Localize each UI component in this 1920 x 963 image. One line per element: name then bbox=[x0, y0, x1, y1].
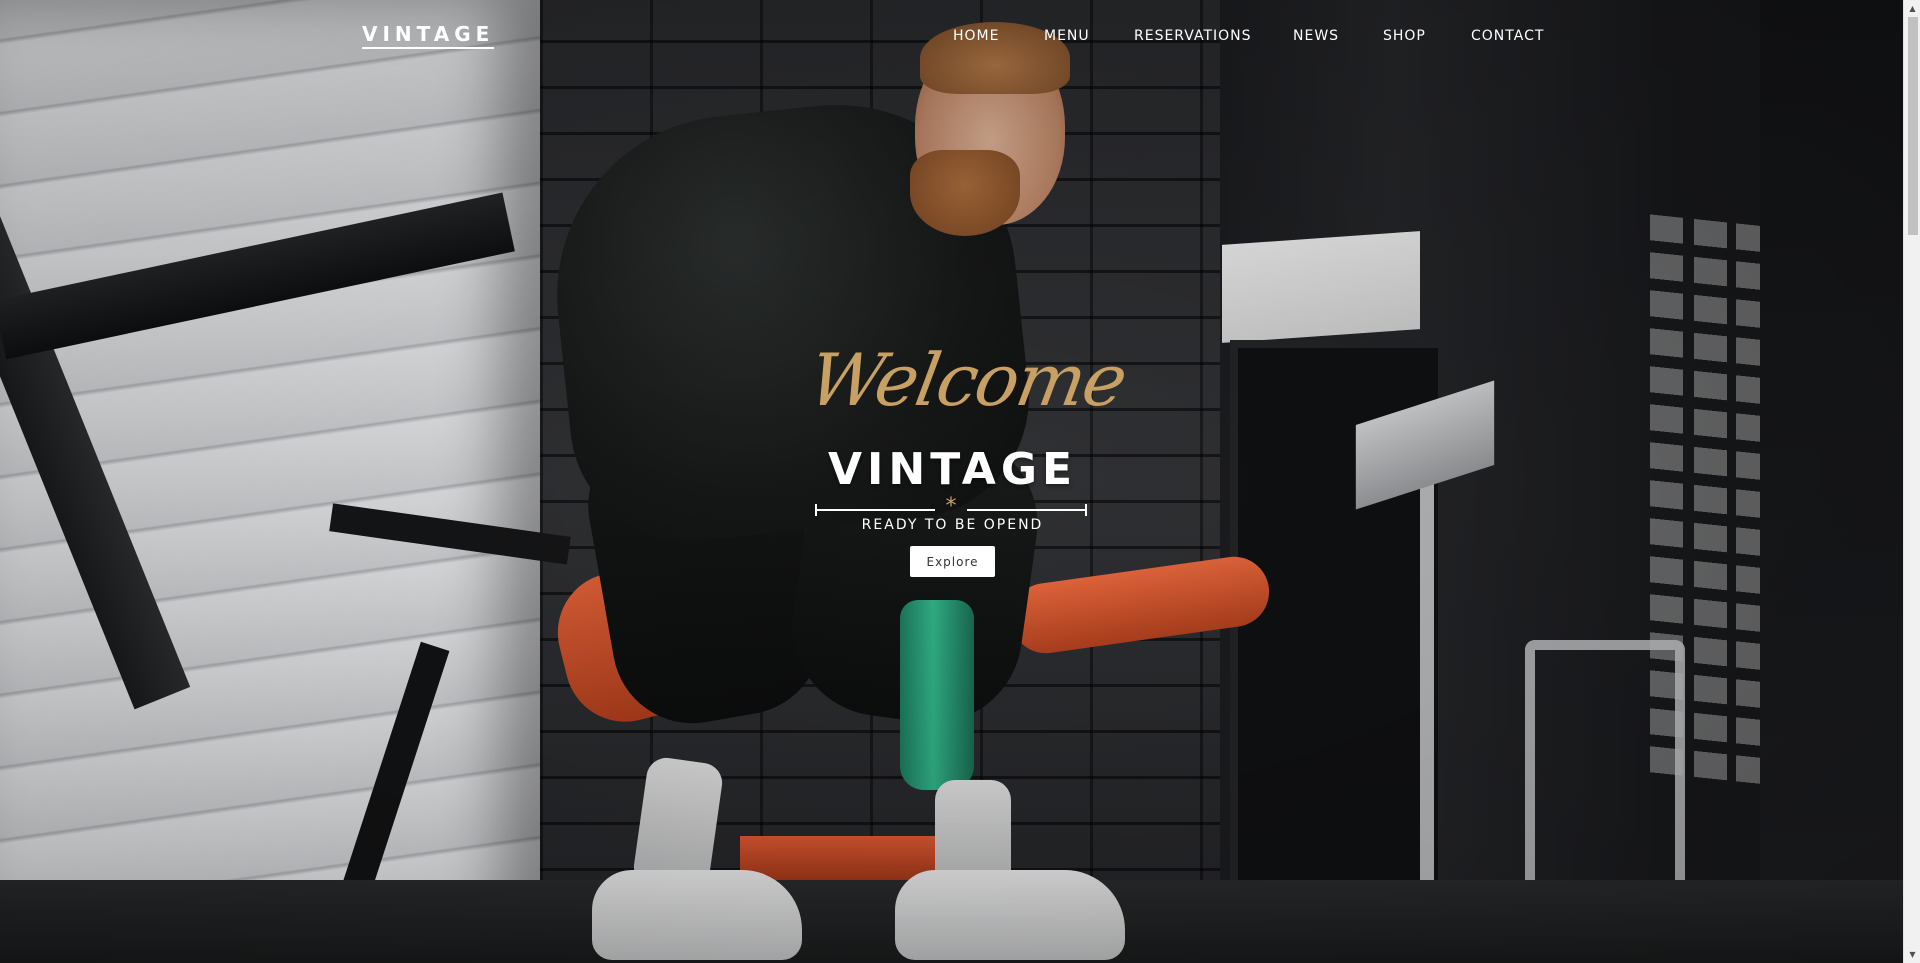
divider-cap-right bbox=[1085, 504, 1087, 516]
explore-button[interactable]: Explore bbox=[910, 546, 995, 577]
nav-item-home[interactable]: HOME bbox=[953, 27, 999, 45]
hero-script-heading: Welcome bbox=[802, 338, 1132, 422]
star-icon: * bbox=[945, 494, 957, 519]
hero-tagline: READY TO BE OPEND bbox=[861, 517, 1044, 533]
nav-item-news[interactable]: NEWS bbox=[1293, 27, 1339, 45]
divider-line-right bbox=[967, 509, 1087, 511]
nav-item-contact[interactable]: CONTACT bbox=[1471, 27, 1544, 45]
main-nav: HOME MENU RESERVATIONS NEWS SHOP CONTACT bbox=[0, 27, 1903, 47]
hero-content: Welcome VINTAGE * READY TO BE OPEND Expl… bbox=[803, 330, 1132, 580]
nav-item-shop[interactable]: SHOP bbox=[1383, 27, 1426, 45]
nav-item-reservations[interactable]: RESERVATIONS bbox=[1134, 27, 1252, 45]
scrollbar-thumb[interactable] bbox=[1908, 17, 1918, 235]
hero-title: VINTAGE bbox=[827, 444, 1078, 495]
page-scrollbar[interactable]: ▲ ▼ bbox=[1903, 0, 1920, 963]
nav-item-menu[interactable]: MENU bbox=[1044, 27, 1090, 45]
page: VINTAGE HOME MENU RESERVATIONS NEWS SHOP… bbox=[0, 0, 1920, 963]
scroll-up-arrow-icon[interactable]: ▲ bbox=[1904, 0, 1920, 17]
scroll-down-arrow-icon[interactable]: ▼ bbox=[1904, 946, 1920, 963]
divider-line-left bbox=[815, 509, 935, 511]
